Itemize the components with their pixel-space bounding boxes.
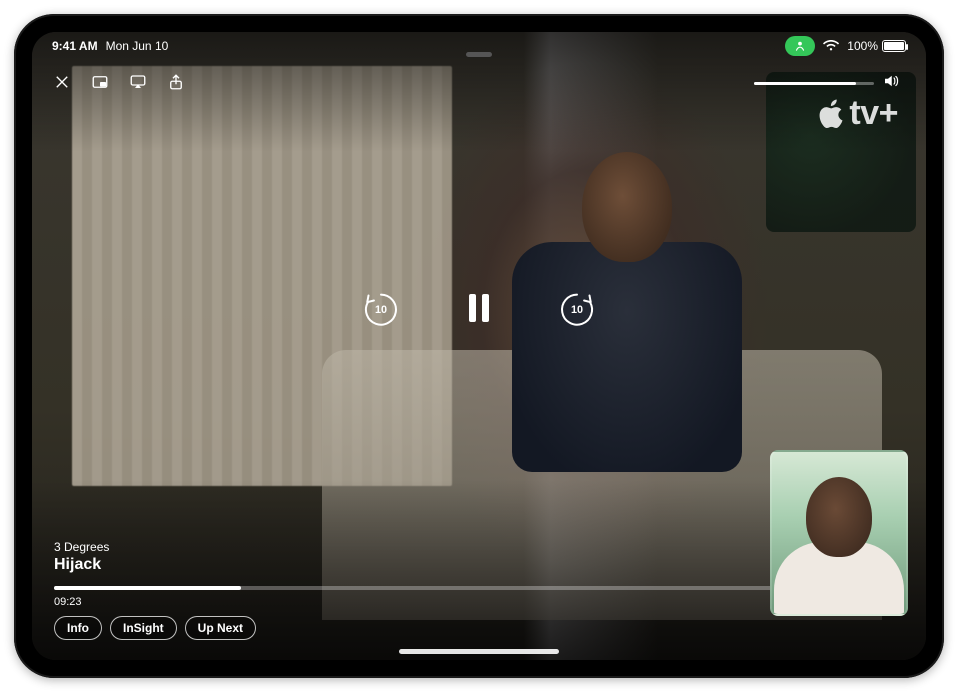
facetime-self-view[interactable] bbox=[770, 450, 908, 616]
ipad-frame: 9:41 AM Mon Jun 10 100% bbox=[14, 14, 944, 678]
status-date: Mon Jun 10 bbox=[106, 39, 169, 53]
scrubber-fill bbox=[54, 586, 241, 590]
battery-icon bbox=[882, 40, 906, 52]
share-button[interactable] bbox=[166, 72, 186, 92]
forward-10-button[interactable]: 10 bbox=[555, 286, 599, 330]
apple-logo-icon bbox=[819, 98, 847, 130]
rewind-10-button[interactable]: 10 bbox=[359, 286, 403, 330]
home-indicator[interactable] bbox=[399, 649, 559, 654]
screen: 9:41 AM Mon Jun 10 100% bbox=[32, 32, 926, 660]
airplay-button[interactable] bbox=[128, 72, 148, 92]
pip-person-face bbox=[806, 477, 872, 557]
volume-slider[interactable] bbox=[754, 82, 874, 85]
shareplay-pill[interactable] bbox=[785, 36, 815, 56]
up-next-button[interactable]: Up Next bbox=[185, 616, 256, 640]
volume-control[interactable] bbox=[754, 72, 900, 95]
battery-percent: 100% bbox=[847, 39, 878, 53]
picture-in-picture-button[interactable] bbox=[90, 72, 110, 92]
pause-button[interactable] bbox=[461, 290, 497, 326]
svg-text:10: 10 bbox=[571, 304, 583, 316]
elapsed-time: 09:23 bbox=[54, 596, 82, 608]
front-camera-indicator bbox=[466, 52, 492, 57]
person-in-seat bbox=[502, 152, 762, 512]
close-button[interactable] bbox=[52, 72, 72, 92]
svg-text:10: 10 bbox=[375, 304, 387, 316]
insight-button[interactable]: InSight bbox=[110, 616, 177, 640]
apple-tv-plus-watermark: tv+ bbox=[819, 94, 898, 133]
speaker-icon bbox=[882, 72, 900, 95]
info-button[interactable]: Info bbox=[54, 616, 102, 640]
wifi-icon bbox=[823, 40, 839, 52]
volume-fill bbox=[754, 82, 856, 85]
series-title: Hijack bbox=[54, 556, 109, 574]
status-time: 9:41 AM bbox=[52, 39, 98, 53]
brand-text: tv+ bbox=[849, 94, 898, 133]
shareplay-icon bbox=[793, 39, 807, 53]
episode-title: 3 Degrees bbox=[54, 540, 109, 554]
